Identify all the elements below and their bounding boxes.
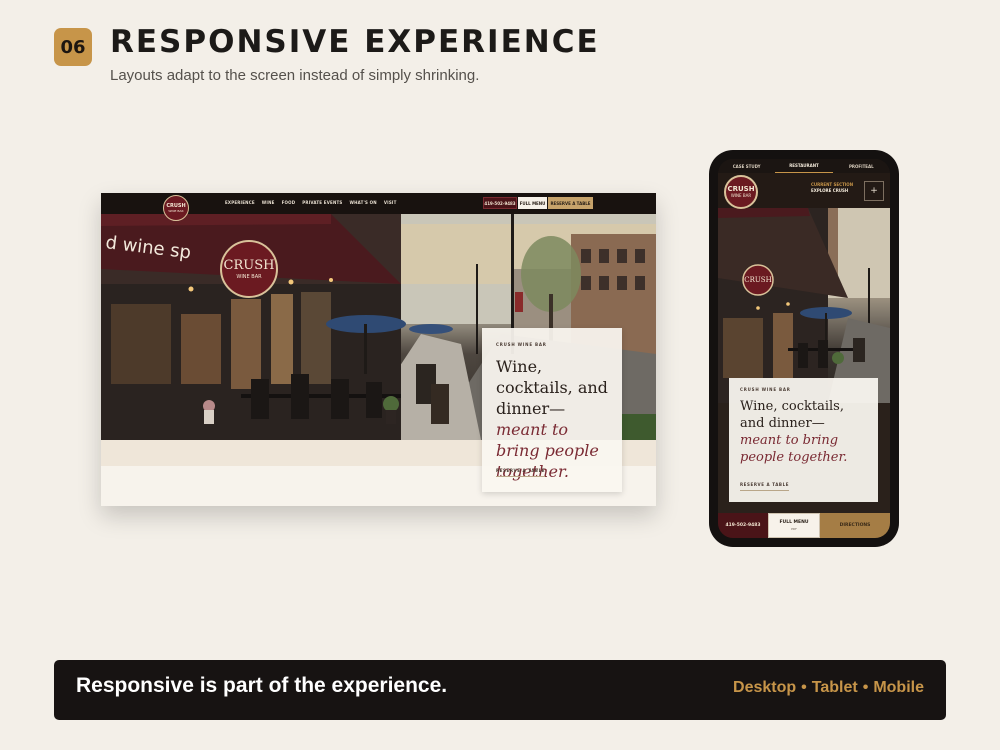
mobile-directions-button[interactable]: DIRECTIONS bbox=[820, 513, 890, 538]
mobile-card-reserve-link[interactable]: RESERVE A TABLE bbox=[740, 482, 790, 491]
device-separator: • bbox=[862, 679, 869, 696]
mobile-tab-bar: CASE STUDY RESTAURANT PROFITEAL bbox=[718, 159, 890, 173]
mobile-expand-button[interactable]: + bbox=[864, 181, 884, 201]
nav-item-food[interactable]: FOOD bbox=[282, 200, 296, 205]
desktop-full-menu-button[interactable]: FULL MENU bbox=[518, 197, 547, 209]
device-mobile: Mobile bbox=[873, 679, 924, 696]
sign-sub-text: WINE BAR bbox=[236, 274, 262, 280]
desktop-card-reserve-link[interactable]: RESERVE A TABLE bbox=[496, 468, 546, 477]
mobile-call-label: 419-502-9483 bbox=[725, 523, 761, 528]
footer-message: Responsive is part of the experience. bbox=[76, 674, 448, 697]
desktop-logo[interactable]: CRUSH WINE BAR bbox=[163, 195, 189, 221]
mobile-logo-tag: WINE BAR bbox=[730, 193, 752, 198]
desktop-phone-button[interactable]: 419-502-9483 bbox=[483, 197, 517, 209]
mobile-screen: CASE STUDY RESTAURANT PROFITEAL CRUSH WI… bbox=[718, 159, 890, 538]
mobile-logo[interactable]: CRUSH WINE BAR bbox=[724, 175, 758, 209]
page-title: RESPONSIVE EXPERIENCE bbox=[110, 24, 600, 60]
mobile-mockup: CASE STUDY RESTAURANT PROFITEAL CRUSH WI… bbox=[709, 150, 899, 547]
footer-banner: Responsive is part of the experience. De… bbox=[54, 660, 946, 720]
mobile-action-bar: 419-502-9483 FULL MENU PDF DIRECTIONS bbox=[718, 513, 890, 538]
device-tablet: Tablet bbox=[811, 679, 858, 696]
tab-restaurant[interactable]: RESTAURANT bbox=[775, 159, 833, 173]
mobile-sign-text: CRUSH bbox=[744, 276, 771, 284]
footer-device-list: Desktop • Tablet • Mobile bbox=[733, 679, 924, 697]
mobile-full-menu-button[interactable]: FULL MENU PDF bbox=[768, 513, 820, 538]
mobile-storefront-illustration: CRUSH bbox=[718, 208, 890, 403]
mobile-menu-label: FULL MENU bbox=[779, 520, 809, 525]
desktop-hero-card: CRUSH WINE BAR Wine, cocktails, and dinn… bbox=[482, 328, 622, 492]
tab-case-study[interactable]: CASE STUDY bbox=[718, 159, 775, 173]
mobile-logo-name: CRUSH bbox=[727, 185, 755, 193]
mobile-directions-label: DIRECTIONS bbox=[839, 523, 871, 528]
mobile-card-eyebrow: CRUSH WINE BAR bbox=[740, 387, 791, 392]
mobile-menu-sub: PDF bbox=[791, 527, 797, 531]
tab-profiteal[interactable]: PROFITEAL bbox=[833, 159, 890, 173]
device-separator: • bbox=[801, 679, 807, 696]
mobile-card-headline: Wine, cocktails, and dinner— bbox=[740, 399, 844, 431]
nav-item-whats-on[interactable]: WHAT'S ON bbox=[350, 200, 377, 205]
mobile-call-button[interactable]: 419-502-9483 bbox=[718, 513, 768, 538]
desktop-mockup: EXPERIENCE WINE FOOD PRIVATE EVENTS WHAT… bbox=[101, 193, 656, 506]
nav-item-private-events[interactable]: PRIVATE EVENTS bbox=[302, 200, 342, 205]
nav-item-experience[interactable]: EXPERIENCE bbox=[225, 200, 255, 205]
nav-item-visit[interactable]: VISIT bbox=[384, 200, 397, 205]
mobile-section-label: CURRENT SECTION bbox=[811, 182, 854, 187]
desktop-card-headline: Wine, cocktails, and dinner— bbox=[496, 357, 608, 418]
mobile-hero-card: CRUSH WINE BAR Wine, cocktails, and dinn… bbox=[729, 378, 878, 502]
nav-item-wine[interactable]: WINE bbox=[262, 200, 275, 205]
page-subtitle: Layouts adapt to the screen instead of s… bbox=[110, 67, 480, 84]
step-number: 06 bbox=[60, 36, 86, 58]
desktop-logo-tag: WINE BAR bbox=[168, 208, 184, 213]
desktop-reserve-button[interactable]: RESERVE A TABLE bbox=[548, 197, 593, 209]
mobile-card-accent: meant to bring people together. bbox=[740, 433, 848, 465]
mobile-section-name: EXPLORE CRUSH bbox=[811, 188, 849, 193]
step-badge: 06 bbox=[54, 28, 92, 66]
desktop-nav-menu: EXPERIENCE WINE FOOD PRIVATE EVENTS WHAT… bbox=[225, 200, 397, 205]
desktop-card-eyebrow: CRUSH WINE BAR bbox=[496, 342, 547, 347]
sign-text: CRUSH bbox=[224, 258, 275, 273]
mobile-hero-photo: CRUSH bbox=[718, 208, 890, 403]
plus-icon: + bbox=[870, 186, 878, 196]
device-desktop: Desktop bbox=[733, 679, 797, 696]
desktop-logo-name: CRUSH bbox=[166, 202, 186, 209]
